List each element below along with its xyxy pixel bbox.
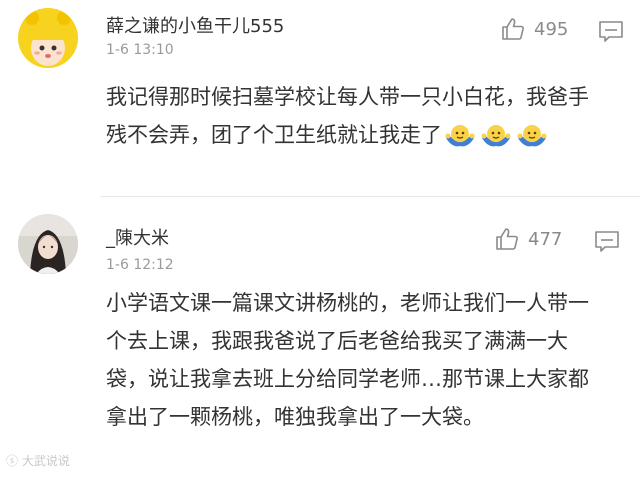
watermark-text: 大武说说 [21,454,70,468]
thumbs-up-icon [502,18,524,40]
comment-item: _陳大米 1-6 12:12 477 小学语文课一篇课文讲杨桃的，老师让我们一人… [0,200,640,477]
watermark-logo-icon: ⓢ [6,454,22,468]
avatar[interactable] [18,214,78,274]
divider [100,196,640,197]
shrug-emoji [517,125,547,147]
comment-text: 小学语文课一篇课文讲杨桃的，老师让我们一人带一个去上课，我跟我爸说了后老爸给我买… [106,291,589,429]
comment-bubble-icon [599,21,623,42]
timestamp: 1-6 13:10 [106,42,174,58]
like-count: 495 [534,18,569,40]
shrug-emoji [445,125,475,147]
thumbs-up-icon [496,228,518,250]
comment-body: 我记得那时候扫墓学校让每人带一只小白花，我爸手残不会弄，团了个卫生纸就让我走了 [106,78,606,154]
comment-item: 薛之谦的小鱼干儿555 1-6 13:10 495 我记得那时候扫墓学校让每人带… [0,0,640,196]
comment-bubble-icon [595,231,619,252]
username[interactable]: 薛之谦的小鱼干儿555 [106,12,284,38]
like-button[interactable]: 477 [494,226,562,252]
emoji-group [444,122,548,150]
like-count: 477 [528,228,563,250]
reply-button[interactable] [594,230,620,258]
yellow-hat-avatar-icon [18,8,78,68]
shrug-emoji [481,125,511,147]
username[interactable]: _陳大米 [106,224,169,250]
watermark: ⓢ 大武说说 [6,452,70,469]
reply-button[interactable] [598,20,624,48]
avatar[interactable] [18,8,78,68]
girl-photo-avatar-icon [18,214,78,274]
comment-body: 小学语文课一篇课文讲杨桃的，老师让我们一人带一个去上课，我跟我爸说了后老爸给我买… [106,284,606,436]
like-button[interactable]: 495 [500,16,568,42]
timestamp: 1-6 12:12 [106,257,174,273]
